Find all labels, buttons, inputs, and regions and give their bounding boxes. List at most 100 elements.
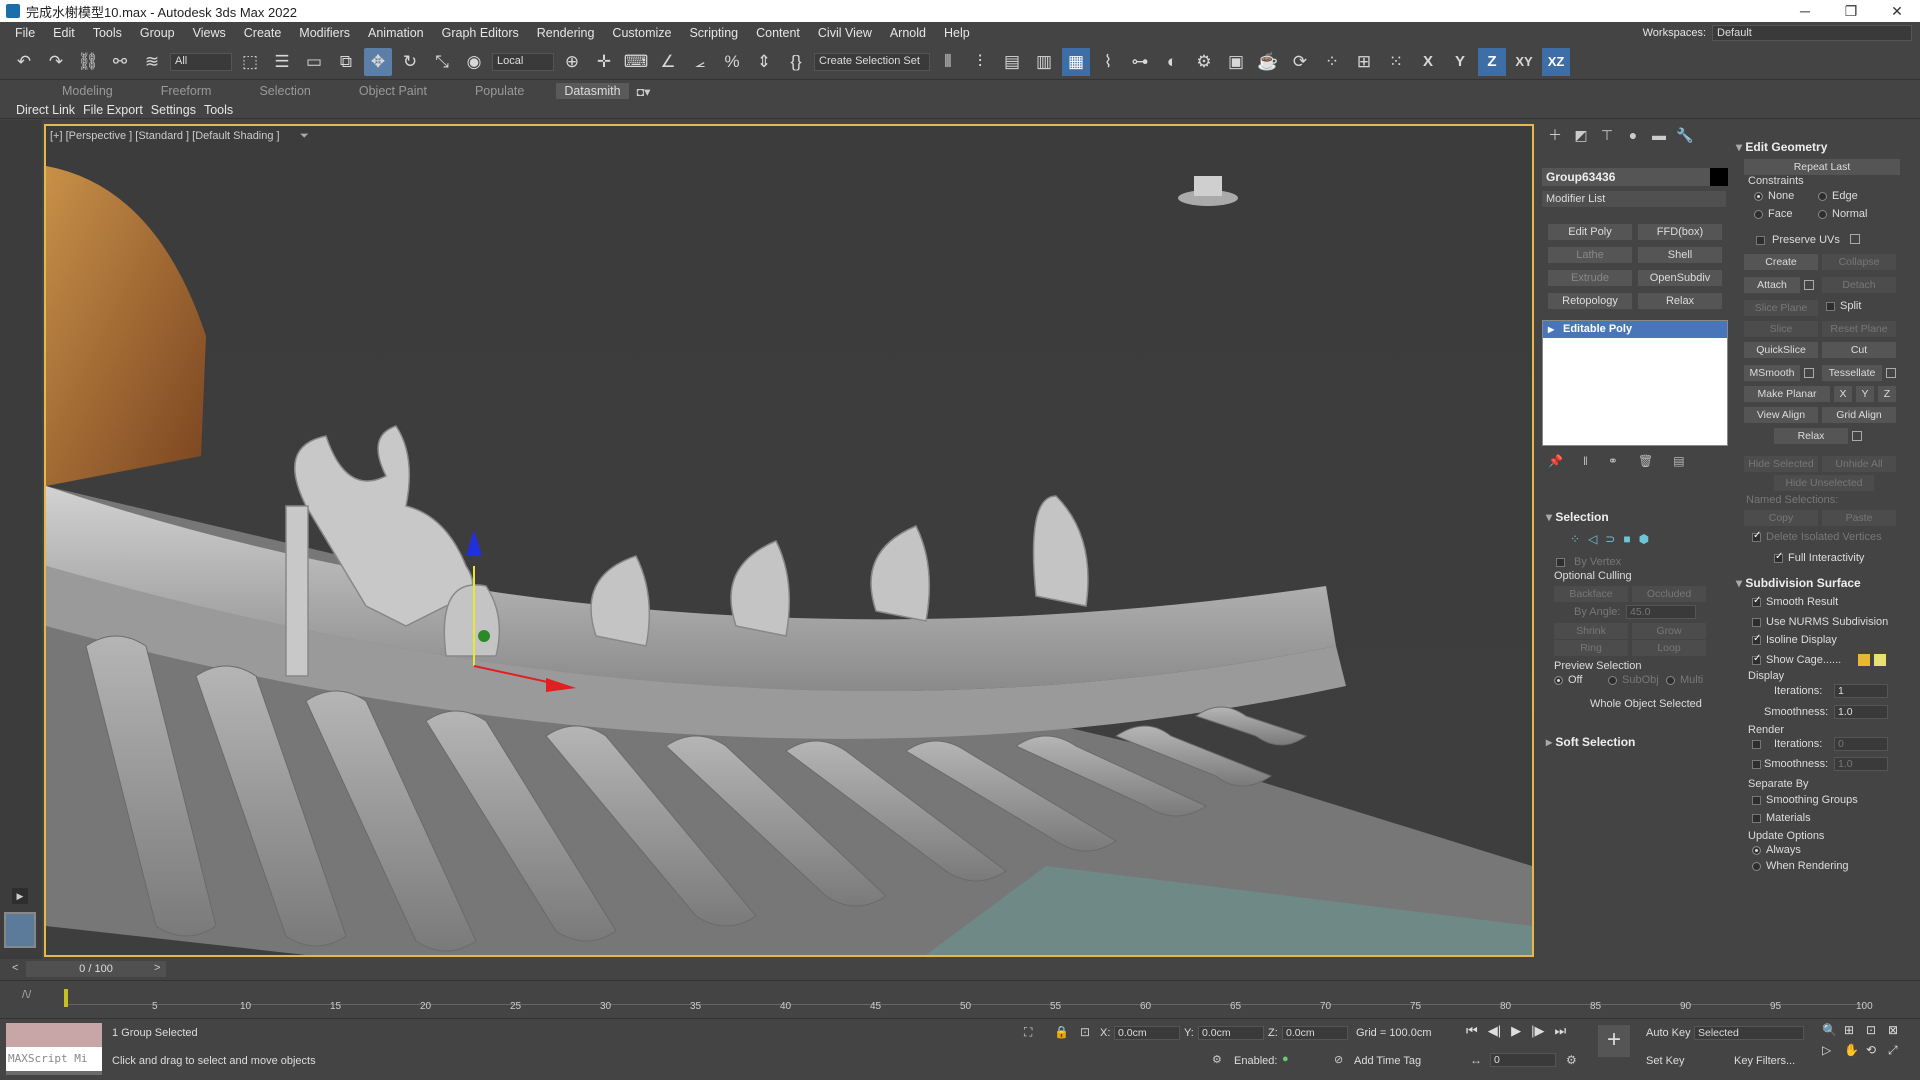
- axis-y-button[interactable]: Y: [1446, 48, 1474, 76]
- render-setup-icon[interactable]: ⚙: [1190, 48, 1218, 76]
- modifier-stack[interactable]: Editable Poly: [1542, 320, 1728, 446]
- mirror-icon[interactable]: ⫴: [934, 48, 962, 76]
- ribbon-options-icon[interactable]: ◘▾: [629, 84, 659, 99]
- edit-named-sets-icon[interactable]: {}: [782, 48, 810, 76]
- preserve-uvs-settings-icon[interactable]: [1850, 234, 1860, 244]
- hide-selected-button[interactable]: Hide Selected: [1744, 456, 1818, 472]
- smoothing-groups-checkbox[interactable]: [1752, 796, 1761, 805]
- absolute-mode-icon[interactable]: ⊡: [1080, 1025, 1090, 1039]
- axis-x-button[interactable]: X: [1414, 48, 1442, 76]
- extrude-button[interactable]: Extrude: [1548, 270, 1632, 286]
- menu-modifiers[interactable]: Modifiers: [290, 26, 359, 40]
- track-bar[interactable]: /\/ 5 10 15 20 25 30 35 40 45 50 55 60 6…: [0, 980, 1920, 1018]
- enabled-status-icon[interactable]: ●: [1282, 1053, 1289, 1065]
- scene-explorer-icon[interactable]: ▤: [998, 48, 1026, 76]
- align-icon[interactable]: ⫶: [966, 48, 994, 76]
- show-cage-checkbox[interactable]: [1752, 653, 1761, 665]
- tab-freeform[interactable]: Freeform: [137, 84, 236, 98]
- grow-button[interactable]: Grow: [1632, 623, 1706, 639]
- planar-z-button[interactable]: Z: [1878, 386, 1896, 402]
- goto-start-icon[interactable]: ⏮: [1466, 1023, 1478, 1039]
- polygon-mode-icon[interactable]: ■: [1623, 532, 1630, 546]
- retopology-button[interactable]: Retopology: [1548, 293, 1632, 309]
- hide-unselected-button[interactable]: Hide Unselected: [1774, 475, 1874, 491]
- subtab-settings[interactable]: Settings: [147, 103, 200, 117]
- edge-mode-icon[interactable]: ◁: [1588, 532, 1597, 546]
- planar-y-button[interactable]: Y: [1856, 386, 1874, 402]
- render-smoothness-spinner[interactable]: 1.0: [1834, 757, 1888, 771]
- collapse-button[interactable]: Collapse: [1822, 254, 1896, 270]
- subtab-file-export[interactable]: File Export: [79, 103, 147, 117]
- time-config-icon[interactable]: ⚙: [1566, 1053, 1577, 1067]
- use-nurms-checkbox[interactable]: [1752, 618, 1761, 627]
- preview-off-radio[interactable]: [1554, 676, 1563, 685]
- current-frame-field[interactable]: 0: [1490, 1053, 1556, 1067]
- relax-button[interactable]: Relax: [1774, 428, 1848, 444]
- menu-arnold[interactable]: Arnold: [881, 26, 935, 40]
- materials-checkbox[interactable]: [1752, 814, 1761, 823]
- pan-icon[interactable]: ✋: [1844, 1043, 1866, 1058]
- workspace-dropdown[interactable]: Default: [1712, 25, 1912, 41]
- link-icon[interactable]: ⛓: [74, 48, 102, 76]
- time-slider[interactable]: 0 / 100: [26, 961, 166, 977]
- occluded-button[interactable]: Occluded: [1632, 586, 1706, 602]
- rendered-frame-icon[interactable]: ▣: [1222, 48, 1250, 76]
- unhide-all-button[interactable]: Unhide All: [1822, 456, 1896, 472]
- cage-color-2-swatch[interactable]: [1874, 654, 1886, 666]
- window-crossing-icon[interactable]: ⧉: [332, 48, 360, 76]
- rotate-icon[interactable]: ↻: [396, 48, 424, 76]
- menu-create[interactable]: Create: [235, 26, 291, 40]
- ruler-icon[interactable]: ⊞: [1350, 48, 1378, 76]
- menu-file[interactable]: File: [6, 26, 44, 40]
- selection-filter-dropdown[interactable]: All: [170, 52, 232, 71]
- redo-icon[interactable]: ↷: [42, 48, 70, 76]
- full-interactivity-checkbox[interactable]: [1774, 551, 1783, 563]
- zoom-extents-icon[interactable]: ⊡: [1866, 1023, 1888, 1037]
- select-manipulate-icon[interactable]: ✛: [590, 48, 618, 76]
- modify-tab-icon[interactable]: ◩: [1572, 127, 1590, 144]
- scale-icon[interactable]: ⤡: [428, 48, 456, 76]
- repeat-last-button[interactable]: Repeat Last: [1744, 159, 1900, 175]
- create-tab-icon[interactable]: ＋: [1546, 125, 1564, 145]
- menu-content[interactable]: Content: [747, 26, 809, 40]
- opensubdiv-button[interactable]: OpenSubdiv: [1638, 270, 1722, 286]
- adaptive-degradation-icon[interactable]: ⚙: [1212, 1053, 1222, 1066]
- subtab-direct-link[interactable]: Direct Link: [12, 103, 79, 117]
- display-smoothness-spinner[interactable]: 1.0: [1834, 705, 1888, 719]
- quickslice-button[interactable]: QuickSlice: [1744, 342, 1818, 358]
- subtab-tools[interactable]: Tools: [200, 103, 237, 117]
- attach-button[interactable]: Attach: [1744, 277, 1800, 293]
- dotted-select-icon[interactable]: ⁘: [1318, 48, 1346, 76]
- vertex-mode-icon[interactable]: ⁘: [1570, 532, 1580, 546]
- menu-group[interactable]: Group: [131, 26, 184, 40]
- curve-editor-icon[interactable]: ⌇: [1094, 48, 1122, 76]
- smooth-result-checkbox[interactable]: [1752, 595, 1761, 607]
- subdivision-rollout-title[interactable]: Subdivision Surface: [1736, 576, 1860, 590]
- show-end-result-icon[interactable]: ‖: [1583, 454, 1588, 468]
- edit-geometry-rollout-title[interactable]: Edit Geometry: [1736, 140, 1827, 154]
- y-coord-field[interactable]: 0.0cm: [1198, 1026, 1264, 1040]
- bind-spacewarp-icon[interactable]: ≋: [138, 48, 166, 76]
- reset-plane-button[interactable]: Reset Plane: [1822, 321, 1896, 337]
- axis-xy-button[interactable]: XY: [1510, 48, 1538, 76]
- cage-color-1-swatch[interactable]: [1858, 654, 1870, 666]
- pivot-dots-icon[interactable]: ⁙: [1382, 48, 1410, 76]
- axis-xz-button[interactable]: XZ: [1542, 47, 1570, 76]
- select-object-icon[interactable]: ⬚: [236, 48, 264, 76]
- zoom-extents-all-icon[interactable]: ⊠: [1888, 1023, 1910, 1037]
- z-coord-field[interactable]: 0.0cm: [1282, 1026, 1348, 1040]
- grid-align-button[interactable]: Grid Align: [1822, 407, 1896, 423]
- render-iterations-spinner[interactable]: 0: [1834, 737, 1888, 751]
- keyboard-shortcut-icon[interactable]: ⌨: [622, 48, 650, 76]
- tessellate-button[interactable]: Tessellate: [1822, 365, 1882, 381]
- delete-isolated-checkbox[interactable]: [1752, 530, 1761, 542]
- field-of-view-icon[interactable]: ▷: [1822, 1043, 1844, 1058]
- attach-list-icon[interactable]: [1804, 280, 1814, 290]
- tessellate-settings-icon[interactable]: [1886, 368, 1896, 378]
- menu-help[interactable]: Help: [935, 26, 979, 40]
- zoom-all-icon[interactable]: ⊞: [1844, 1023, 1866, 1037]
- tab-datasmith[interactable]: Datasmith: [556, 83, 629, 99]
- isoline-display-checkbox[interactable]: [1752, 633, 1761, 645]
- lock-selection-icon[interactable]: 🔒: [1054, 1025, 1069, 1039]
- utilities-tab-icon[interactable]: 🔧: [1676, 127, 1694, 144]
